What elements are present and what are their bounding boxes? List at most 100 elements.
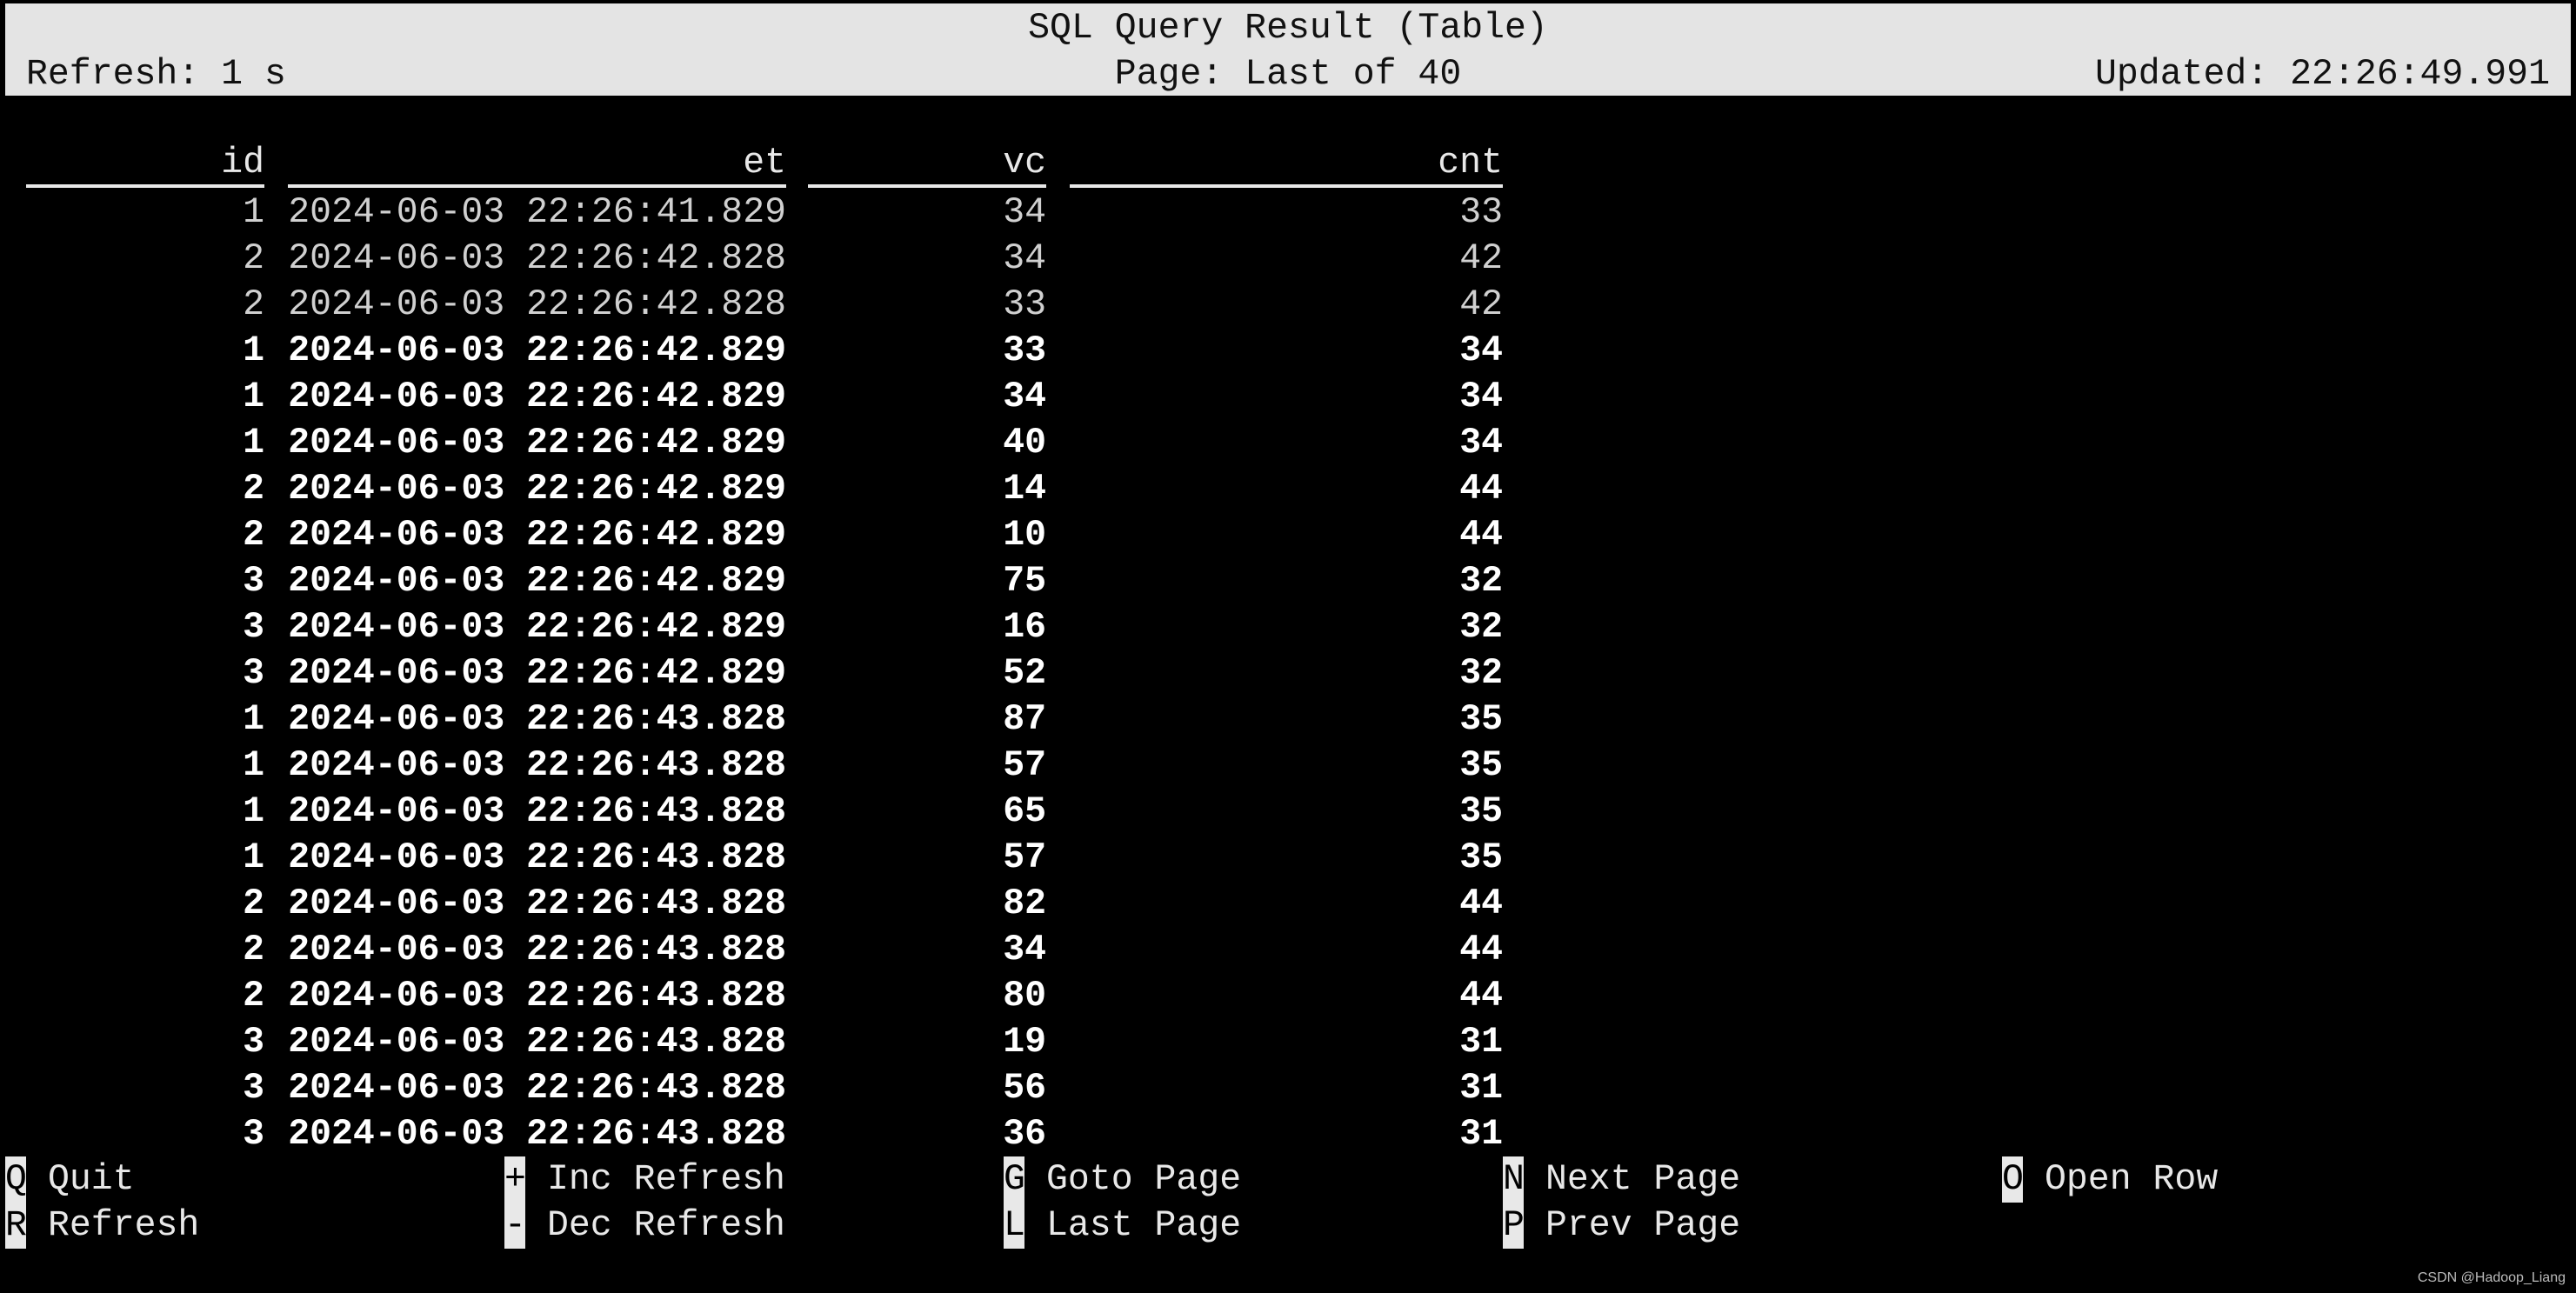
cell-et: 2024-06-03 22:26:42.828 [288,284,786,325]
cell-id: 2 [243,930,264,970]
cell-id: 1 [243,330,264,371]
cell-vc: 82 [1003,883,1046,924]
cell-et: 2024-06-03 22:26:42.829 [288,469,786,510]
cell-et: 2024-06-03 22:26:42.829 [288,607,786,648]
cell-vc: 16 [1003,607,1046,648]
cell-vc: 36 [1003,1114,1046,1155]
cell-vc: 10 [1003,515,1046,556]
cell-id: 2 [243,238,264,279]
cell-et: 2024-06-03 22:26:42.829 [288,515,786,556]
cell-id: 3 [243,1068,264,1109]
cell-cnt: 34 [1459,330,1503,371]
shortcut-label: Refresh [48,1205,200,1246]
shortcut-label: Prev Page [1545,1205,1741,1246]
cell-et: 2024-06-03 22:26:43.828 [288,1068,786,1109]
cell-id: 1 [243,791,264,832]
cell-vc: 75 [1003,561,1046,602]
shortcut-quit[interactable]: Q Quit [5,1156,135,1203]
shortcut-inc-refresh[interactable]: + Inc Refresh [504,1156,785,1203]
cell-et: 2024-06-03 22:26:41.829 [288,192,786,233]
cell-vc: 57 [1003,837,1046,878]
shortcut-key: L [1004,1203,1025,1249]
column-header-vc: vc [808,143,1046,188]
cell-id: 2 [243,469,264,510]
cell-id: 2 [243,883,264,924]
cell-vc: 52 [1003,653,1046,694]
cell-vc: 33 [1003,330,1046,371]
shortcut-key: R [5,1203,27,1249]
cell-vc: 40 [1003,423,1046,463]
cell-cnt: 32 [1459,607,1503,648]
cell-cnt: 32 [1459,653,1503,694]
table-header: id et vc cnt [26,143,1503,189]
cell-et: 2024-06-03 22:26:42.829 [288,377,786,417]
cell-vc: 56 [1003,1068,1046,1109]
cell-id: 1 [243,837,264,878]
cell-id: 3 [243,561,264,602]
cell-et: 2024-06-03 22:26:43.828 [288,1114,786,1155]
cell-id: 2 [243,284,264,325]
cell-cnt: 34 [1459,423,1503,463]
cell-cnt: 32 [1459,561,1503,602]
shortcut-key: O [2002,1156,2024,1203]
cell-vc: 65 [1003,791,1046,832]
cell-vc: 57 [1003,745,1046,786]
cell-cnt: 35 [1459,837,1503,878]
cell-id: 1 [243,423,264,463]
cell-id: 3 [243,1114,264,1155]
watermark: CSDN @Hadoop_Liang [2417,1270,2566,1285]
cell-cnt: 44 [1459,930,1503,970]
cell-id: 1 [243,192,264,233]
cell-vc: 19 [1003,1022,1046,1063]
shortcut-label: Last Page [1046,1205,1242,1246]
cell-vc: 34 [1003,930,1046,970]
cell-cnt: 44 [1459,469,1503,510]
cell-et: 2024-06-03 22:26:42.828 [288,238,786,279]
cell-id: 1 [243,745,264,786]
shortcut-label: Quit [48,1159,135,1200]
updated-time: Updated: 22:26:49.991 [2095,54,2550,95]
cell-et: 2024-06-03 22:26:42.829 [288,561,786,602]
cell-cnt: 42 [1459,284,1503,325]
shortcut-label: Next Page [1545,1159,1741,1200]
shortcut-last-page[interactable]: L Last Page [1004,1203,1241,1249]
shortcut-key: + [504,1156,526,1203]
cell-et: 2024-06-03 22:26:43.828 [288,976,786,1016]
shortcut-next-page[interactable]: N Next Page [1503,1156,1740,1203]
cell-et: 2024-06-03 22:26:42.829 [288,423,786,463]
cell-et: 2024-06-03 22:26:42.829 [288,653,786,694]
shortcut-key: N [1503,1156,1525,1203]
shortcut-label: Open Row [2045,1159,2219,1200]
shortcut-prev-page[interactable]: P Prev Page [1503,1203,1740,1249]
cell-vc: 33 [1003,284,1046,325]
cell-vc: 80 [1003,976,1046,1016]
cell-cnt: 33 [1459,192,1503,233]
cell-id: 2 [243,515,264,556]
column-header-et: et [288,143,786,188]
cell-et: 2024-06-03 22:26:43.828 [288,745,786,786]
shortcut-open-row[interactable]: O Open Row [2002,1156,2218,1203]
cell-cnt: 35 [1459,791,1503,832]
shortcut-key: Q [5,1156,27,1203]
cell-et: 2024-06-03 22:26:43.828 [288,883,786,924]
cell-cnt: 35 [1459,745,1503,786]
shortcut-dec-refresh[interactable]: - Dec Refresh [504,1203,785,1249]
cell-cnt: 44 [1459,515,1503,556]
column-header-cnt: cnt [1070,143,1503,188]
cell-cnt: 42 [1459,238,1503,279]
cell-id: 1 [243,699,264,740]
cell-id: 3 [243,607,264,648]
cell-et: 2024-06-03 22:26:43.828 [288,791,786,832]
cell-cnt: 31 [1459,1068,1503,1109]
cell-cnt: 35 [1459,699,1503,740]
cell-vc: 34 [1003,192,1046,233]
cell-vc: 34 [1003,377,1046,417]
cell-id: 3 [243,1022,264,1063]
shortcut-refresh[interactable]: R Refresh [5,1203,199,1249]
cell-et: 2024-06-03 22:26:42.829 [288,330,786,371]
cell-et: 2024-06-03 22:26:43.828 [288,930,786,970]
shortcut-goto-page[interactable]: G Goto Page [1004,1156,1241,1203]
cell-cnt: 44 [1459,883,1503,924]
cell-cnt: 31 [1459,1114,1503,1155]
cell-id: 2 [243,976,264,1016]
